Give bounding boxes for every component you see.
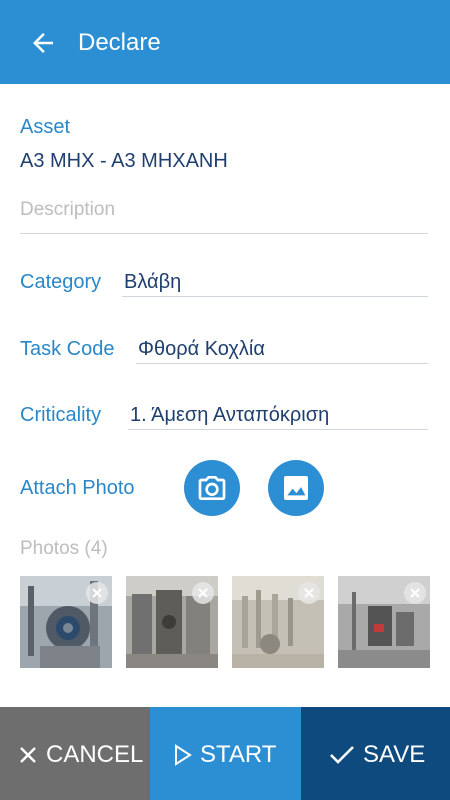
image-gallery-icon: [284, 476, 308, 500]
criticality-label: Criticality: [20, 404, 102, 426]
category-label: Category: [20, 271, 102, 293]
cancel-label: CANCEL: [46, 741, 144, 768]
description-underline: [20, 233, 428, 234]
task-code-field[interactable]: Φθορά Κοχλία: [138, 336, 265, 362]
category-underline: [122, 296, 428, 297]
start-label: START: [200, 741, 277, 768]
save-button[interactable]: SAVE: [301, 707, 450, 800]
criticality-underline: [128, 429, 428, 430]
page-title: Declare: [78, 29, 161, 56]
task-code-label: Task Code: [20, 338, 115, 360]
description-input[interactable]: Description: [20, 199, 115, 221]
photo-thumbnail-2[interactable]: [126, 576, 218, 668]
photos-count-label: Photos (4): [20, 538, 108, 559]
category-field[interactable]: Βλάβη: [124, 269, 181, 295]
camera-button[interactable]: [184, 460, 240, 516]
bottom-action-bar: CANCEL START SAVE: [0, 707, 450, 800]
close-icon: [20, 747, 36, 763]
remove-photo-button[interactable]: [298, 582, 320, 604]
check-icon: [330, 746, 354, 764]
remove-photo-button[interactable]: [404, 582, 426, 604]
back-arrow-icon[interactable]: [28, 28, 58, 58]
remove-photo-button[interactable]: [192, 582, 214, 604]
app-bar: Declare: [0, 0, 450, 84]
close-icon: [198, 588, 208, 598]
close-icon: [304, 588, 314, 598]
attach-photo-label: Attach Photo: [20, 477, 135, 499]
task-code-underline: [136, 363, 428, 364]
photo-thumbnail-3[interactable]: [232, 576, 324, 668]
asset-label: Asset: [20, 116, 71, 138]
close-icon: [92, 588, 102, 598]
remove-photo-button[interactable]: [86, 582, 108, 604]
save-label: SAVE: [363, 741, 426, 768]
asset-value: A3 MHX - A3 MHXANH: [20, 150, 228, 172]
gallery-button[interactable]: [268, 460, 324, 516]
start-button[interactable]: START: [150, 707, 301, 800]
criticality-field[interactable]: 1. Άμεση Ανταπόκριση: [130, 402, 329, 428]
photo-thumbnail-4[interactable]: [338, 576, 430, 668]
camera-icon: [198, 476, 226, 500]
photo-thumbnail-1[interactable]: [20, 576, 112, 668]
play-icon: [175, 744, 192, 766]
cancel-button[interactable]: CANCEL: [0, 707, 150, 800]
close-icon: [410, 588, 420, 598]
